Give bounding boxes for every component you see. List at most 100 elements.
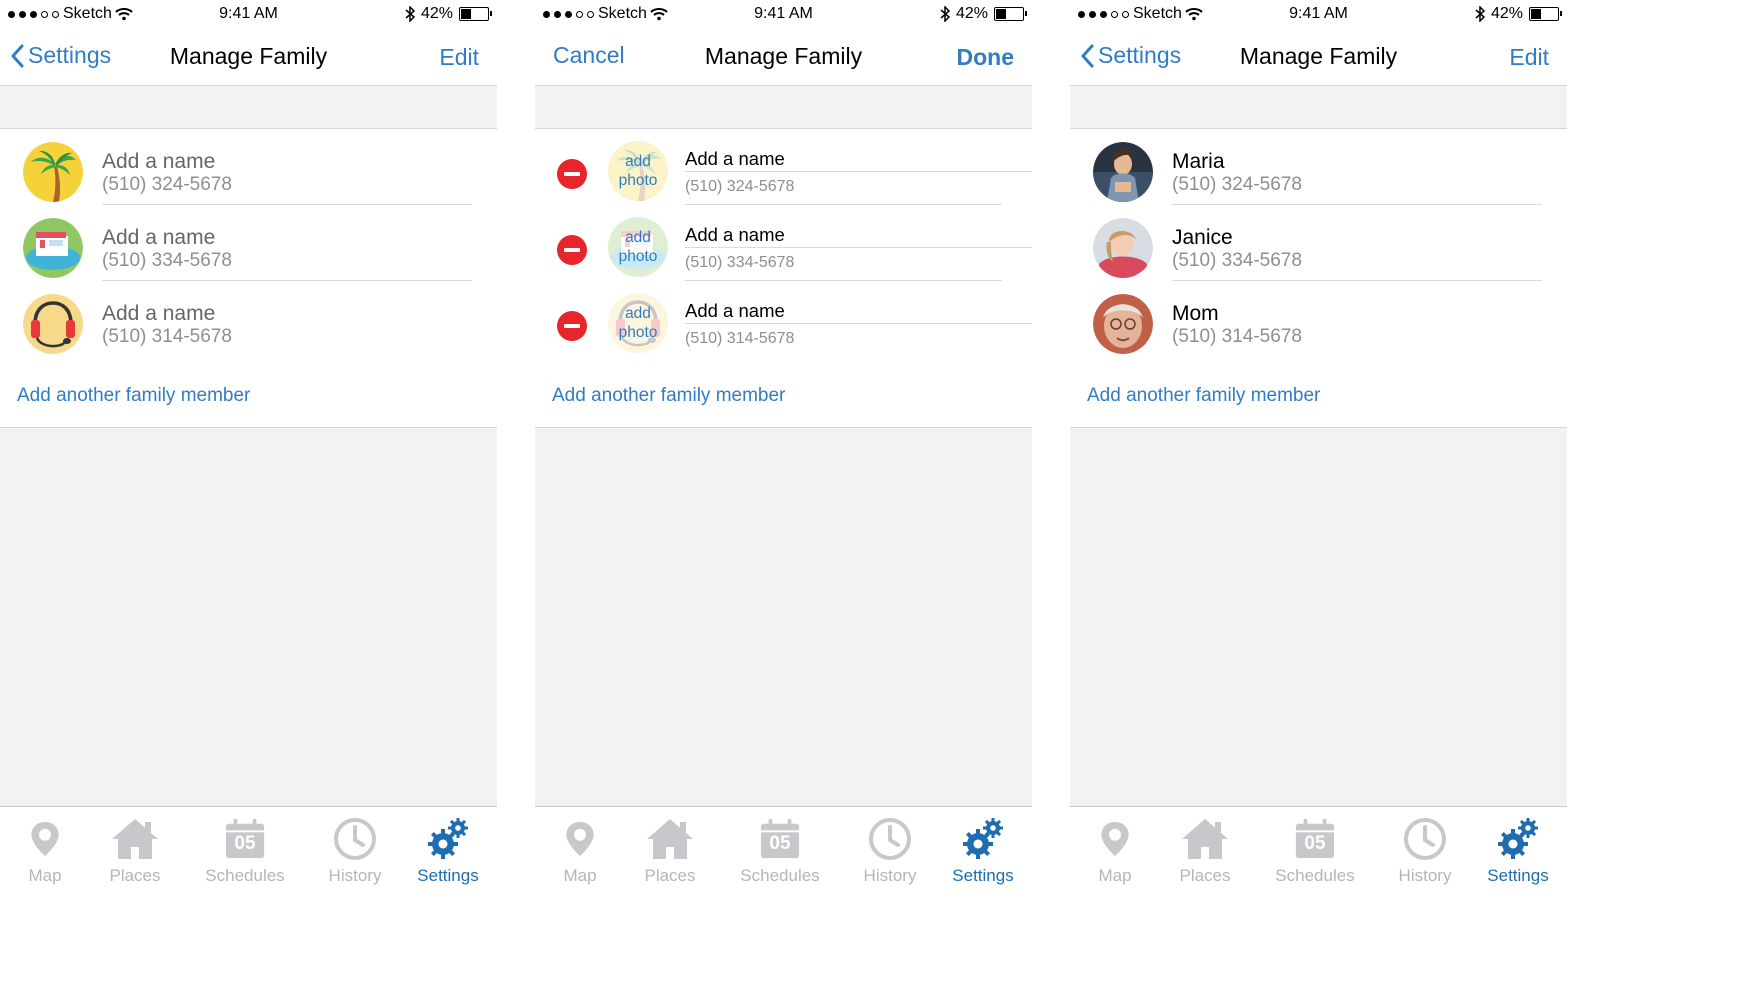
tab-settings[interactable]: Settings xyxy=(403,813,493,886)
battery-percent: 42% xyxy=(420,5,453,22)
delete-minus-icon[interactable] xyxy=(557,159,587,189)
add-family-member-link[interactable]: Add another family member xyxy=(17,385,250,407)
delete-minus-icon[interactable] xyxy=(557,235,587,265)
add-photo-button[interactable]: add photo xyxy=(608,141,668,201)
tab-settings[interactable]: Settings xyxy=(938,813,1028,886)
member-name-field[interactable]: Add a name xyxy=(685,148,785,170)
house-icon xyxy=(1180,817,1230,861)
done-button[interactable]: Done xyxy=(957,44,1015,71)
edit-button[interactable]: Edit xyxy=(1509,44,1549,71)
member-phone: (510) 314-5678 xyxy=(102,326,232,347)
member-name: Mom xyxy=(1172,302,1219,325)
member-phone: (510) 334-5678 xyxy=(102,250,232,271)
palm-tree-icon xyxy=(23,142,83,202)
navigation-bar: Settings Manage Family Edit xyxy=(0,28,497,86)
status-bar: Sketch 9:41 AM 42% xyxy=(0,0,497,28)
tab-schedules[interactable]: 05 Schedules xyxy=(735,813,825,886)
status-bar: Sketch 9:41 AM 42% xyxy=(535,0,1032,28)
status-bar: Sketch 9:41 AM 42% xyxy=(1070,0,1567,28)
add-family-member-link[interactable]: Add another family member xyxy=(552,385,785,407)
add-family-member-link[interactable]: Add another family member xyxy=(1087,385,1320,407)
tab-label: Map xyxy=(28,866,62,885)
tab-history[interactable]: History xyxy=(1380,813,1470,886)
tab-map[interactable]: Map xyxy=(535,813,625,886)
photo-mom xyxy=(1093,294,1153,354)
family-member-row[interactable]: Janice (510) 334-5678 xyxy=(1070,205,1567,281)
calendar-day-text: 05 xyxy=(1304,833,1326,854)
calendar-day-text: 05 xyxy=(234,833,256,854)
tab-label: Places xyxy=(109,866,161,885)
add-photo-label: photo xyxy=(618,324,658,341)
bluetooth-icon xyxy=(405,6,415,22)
add-photo-label: photo xyxy=(618,172,658,189)
field-divider xyxy=(685,171,1032,172)
clock-icon xyxy=(333,817,377,861)
tab-places[interactable]: Places xyxy=(90,813,180,886)
photo-maria xyxy=(1093,142,1153,202)
tab-label: Map xyxy=(1098,866,1132,885)
status-right: 42% xyxy=(1475,5,1562,23)
tab-settings[interactable]: Settings xyxy=(1473,813,1563,886)
tab-label: Places xyxy=(1179,866,1231,885)
tab-map[interactable]: Map xyxy=(0,813,90,886)
avatar xyxy=(1093,218,1153,278)
member-name: Add a name xyxy=(102,302,216,325)
add-photo-label: photo xyxy=(618,248,658,265)
family-member-row: add photo Add a name (510) 334-5678 xyxy=(535,205,1032,281)
battery-fill xyxy=(1531,9,1541,19)
add-family-member-row: Add another family member xyxy=(0,367,497,428)
calendar-day-text: 05 xyxy=(769,833,791,854)
member-phone-field[interactable]: (510) 314-5678 xyxy=(685,330,794,348)
tab-label: Settings xyxy=(952,866,1014,885)
tab-schedules[interactable]: 05 Schedules xyxy=(200,813,290,886)
gears-icon xyxy=(961,817,1005,861)
family-member-row: add photo Add a name (510) 324-5678 xyxy=(535,129,1032,205)
battery-icon xyxy=(1529,7,1562,21)
house-icon xyxy=(110,817,160,861)
family-member-row[interactable]: Mom (510) 314-5678 xyxy=(1070,281,1567,357)
add-photo-label: add xyxy=(625,229,651,246)
member-name: Add a name xyxy=(102,150,216,173)
tab-map[interactable]: Map xyxy=(1070,813,1160,886)
member-name-field[interactable]: Add a name xyxy=(685,224,785,246)
navigation-bar: Settings Manage Family Edit xyxy=(1070,28,1567,86)
family-member-row[interactable]: Add a name (510) 324-5678 xyxy=(0,129,497,205)
status-right: 42% xyxy=(940,5,1027,23)
family-member-list: Maria (510) 324-5678 Janice (510) 334-56… xyxy=(1070,128,1567,368)
family-member-row[interactable]: Add a name (510) 334-5678 xyxy=(0,205,497,281)
member-name-field[interactable]: Add a name xyxy=(685,300,785,322)
battery-percent: 42% xyxy=(955,5,988,22)
delete-minus-icon[interactable] xyxy=(557,311,587,341)
gears-icon xyxy=(426,817,470,861)
photo-janice xyxy=(1093,218,1153,278)
member-phone: (510) 314-5678 xyxy=(1172,326,1302,347)
tab-label: Settings xyxy=(417,866,479,885)
tab-history[interactable]: History xyxy=(845,813,935,886)
family-member-list: Add a name (510) 324-5678 Add a name (51… xyxy=(0,128,497,368)
member-phone: (510) 334-5678 xyxy=(1172,250,1302,271)
avatar xyxy=(1093,142,1153,202)
add-photo-label: add xyxy=(625,305,651,322)
tab-label: Settings xyxy=(1487,866,1549,885)
tab-places[interactable]: Places xyxy=(625,813,715,886)
add-photo-button[interactable]: add photo xyxy=(608,217,668,277)
member-name: Maria xyxy=(1172,150,1225,173)
family-member-row: add photo Add a name (510) 314-5678 xyxy=(535,281,1032,357)
member-phone-field[interactable]: (510) 324-5678 xyxy=(685,178,794,196)
add-photo-button[interactable]: add photo xyxy=(608,293,668,353)
tab-places[interactable]: Places xyxy=(1160,813,1250,886)
tab-bar: Map Places 05 Schedules History Settings xyxy=(535,806,1032,989)
edit-button[interactable]: Edit xyxy=(439,44,479,71)
tab-schedules[interactable]: 05 Schedules xyxy=(1270,813,1360,886)
family-member-row[interactable]: Maria (510) 324-5678 xyxy=(1070,129,1567,205)
gears-icon xyxy=(1496,817,1540,861)
bluetooth-icon xyxy=(940,6,950,22)
tab-history[interactable]: History xyxy=(310,813,400,886)
battery-icon xyxy=(459,7,492,21)
member-phone-field[interactable]: (510) 334-5678 xyxy=(685,254,794,272)
family-member-row[interactable]: Add a name (510) 314-5678 xyxy=(0,281,497,357)
avatar xyxy=(1093,294,1153,354)
tab-label: Schedules xyxy=(740,866,820,885)
tab-label: Places xyxy=(644,866,696,885)
add-family-member-row: Add another family member xyxy=(535,367,1032,428)
